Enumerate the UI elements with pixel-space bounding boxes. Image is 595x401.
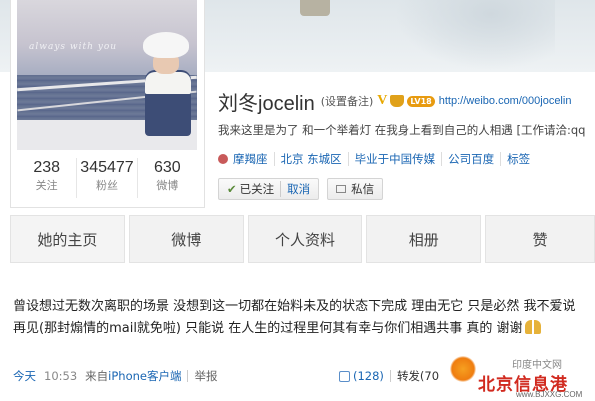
post-text: 曾设想过无数次离职的场景 没想到这一切都在始料未及的状态下完成 理由无它 只是必… xyxy=(13,299,576,336)
post-text-block: 曾设想过无数次离职的场景 没想到这一切都在始料未及的状态下完成 理由无它 只是必… xyxy=(13,296,583,340)
stat-label: 微博 xyxy=(156,179,179,192)
avatar-caption: always with you xyxy=(29,42,118,52)
check-icon: ✔ xyxy=(227,182,237,196)
stat-following[interactable]: 238 关注 xyxy=(17,158,78,198)
stat-value: 345477 xyxy=(80,159,134,176)
crown-icon[interactable] xyxy=(390,95,405,107)
profile-actions: ✔ 已关注 取消 私信 xyxy=(218,178,595,200)
pray-emoji-icon xyxy=(524,320,541,334)
stat-followers[interactable]: 345477 粉丝 xyxy=(77,158,138,198)
set-remark-link[interactable]: (设置备注) xyxy=(321,93,374,109)
cover-decoration xyxy=(300,0,330,16)
followed-button[interactable]: ✔ 已关注 取消 xyxy=(218,178,320,200)
profile-bio: 我来这里是为了 和一个举着灯 在我身上看到自己的人相遇 [工作请洽:qq xyxy=(218,123,586,137)
school[interactable]: 毕业于中国传媒 xyxy=(355,151,436,167)
stat-posts[interactable]: 630 微博 xyxy=(138,158,197,198)
tags[interactable]: 标签 xyxy=(507,151,530,167)
stat-label: 粉丝 xyxy=(95,179,118,192)
name-row: 刘冬jocelin (设置备注) V LV18 http://weibo.com… xyxy=(218,88,595,115)
stat-label: 关注 xyxy=(35,179,58,192)
avatar[interactable]: always with you xyxy=(17,0,197,150)
post-from-label: 来自 xyxy=(85,369,109,383)
stat-value: 630 xyxy=(153,159,181,176)
tab-likes[interactable]: 赞 xyxy=(485,215,595,263)
post-client[interactable]: iPhone客户端 xyxy=(108,368,181,384)
profile-tabs: 她的主页 微博 个人资料 相册 赞 xyxy=(10,215,595,263)
tab-home[interactable]: 她的主页 xyxy=(10,215,125,263)
report-link[interactable]: 举报 xyxy=(194,368,217,384)
watermark-small: 印度中文网 xyxy=(512,360,562,371)
repost-link[interactable]: 转发(70 xyxy=(397,368,439,384)
profile-stats: 238 关注 345477 粉丝 630 微博 xyxy=(17,158,197,198)
message-button[interactable]: 私信 xyxy=(327,178,384,200)
tab-profile[interactable]: 个人资料 xyxy=(247,215,363,263)
profile-info: 刘冬jocelin (设置备注) V LV18 http://weibo.com… xyxy=(218,88,595,200)
mail-icon xyxy=(336,185,347,193)
profile-name: 刘冬jocelin xyxy=(218,92,315,115)
level-badge-icon[interactable]: LV18 xyxy=(407,95,435,107)
post-actions: (128) 转发(70 xyxy=(339,368,439,384)
verified-icon[interactable]: V xyxy=(377,93,387,109)
profile-url[interactable]: http://weibo.com/000jocelin xyxy=(439,95,572,107)
profile-card: always with you 238 关注 345477 粉丝 630 微博 xyxy=(10,0,205,208)
tab-weibo[interactable]: 微博 xyxy=(128,215,244,263)
post-clock: 10:53 xyxy=(44,369,78,383)
stat-value: 238 xyxy=(33,159,61,176)
post-time[interactable]: 今天 xyxy=(13,368,36,384)
company[interactable]: 公司百度 xyxy=(448,151,494,167)
zodiac-icon xyxy=(218,154,228,164)
profile-meta: 摩羯座 北京 东城区 毕业于中国传媒 公司百度 标签 xyxy=(218,150,595,168)
tab-album[interactable]: 相册 xyxy=(366,215,482,263)
unfollow-button[interactable]: 取消 xyxy=(280,181,310,197)
watermark-logo-icon xyxy=(450,356,476,382)
like-count[interactable]: (128) xyxy=(353,369,384,383)
location[interactable]: 北京 东城区 xyxy=(281,151,342,167)
watermark: 印度中文网 北京信息港 www.BJXXG.COM xyxy=(444,348,595,401)
zodiac[interactable]: 摩羯座 xyxy=(218,151,268,167)
watermark-domain: www.BJXXG.COM xyxy=(516,390,583,399)
like-icon[interactable] xyxy=(339,370,350,382)
